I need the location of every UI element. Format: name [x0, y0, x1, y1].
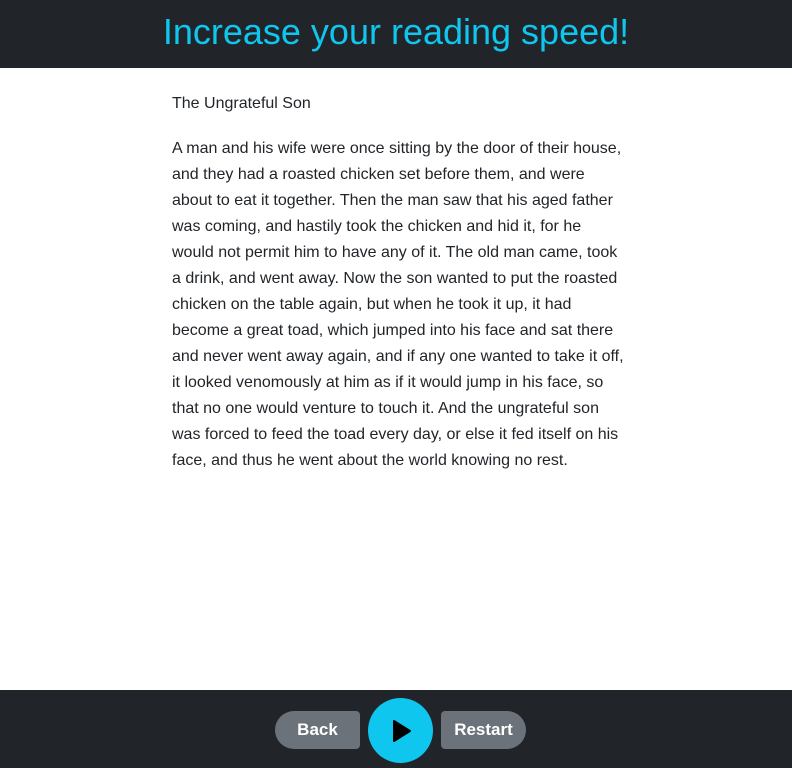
story-line: would not permit him to have any of it. …: [172, 244, 618, 261]
story-line: a drink, and went away. Now the son want…: [172, 270, 618, 287]
story-text: A man and his wife were once sitting by …: [172, 136, 642, 474]
story-line: it looked venomously at him as if it wou…: [172, 374, 604, 391]
story-line: about to eat it together. Then the man s…: [172, 192, 613, 209]
story-line: become a great toad, which jumped into h…: [172, 322, 614, 339]
story-line: face, and thus he went about the world k…: [172, 452, 568, 469]
story-line: was forced to feed the toad every day, o…: [172, 426, 619, 443]
story-line: A man and his wife were once sitting by …: [172, 140, 622, 157]
play-button[interactable]: [368, 698, 433, 763]
story-content: The Ungrateful Son A man and his wife we…: [172, 92, 642, 474]
story-line: chicken on the table again, but when he …: [172, 296, 572, 313]
header-bar: Increase your reading speed!: [0, 0, 792, 68]
story-line: and they had a roasted chicken set befor…: [172, 166, 585, 183]
control-bar: Back Restart: [0, 690, 792, 768]
back-button[interactable]: Back: [275, 711, 360, 749]
story-line: was coming, and hastily took the chicken…: [172, 218, 582, 235]
play-icon: [392, 719, 411, 742]
story-title: The Ungrateful Son: [172, 95, 311, 112]
page-title: Increase your reading speed!: [162, 11, 630, 52]
restart-button[interactable]: Restart: [441, 711, 526, 749]
story-line: that no one would venture to touch it. A…: [172, 400, 599, 417]
story-line: and never went away again, and if any on…: [172, 348, 624, 365]
